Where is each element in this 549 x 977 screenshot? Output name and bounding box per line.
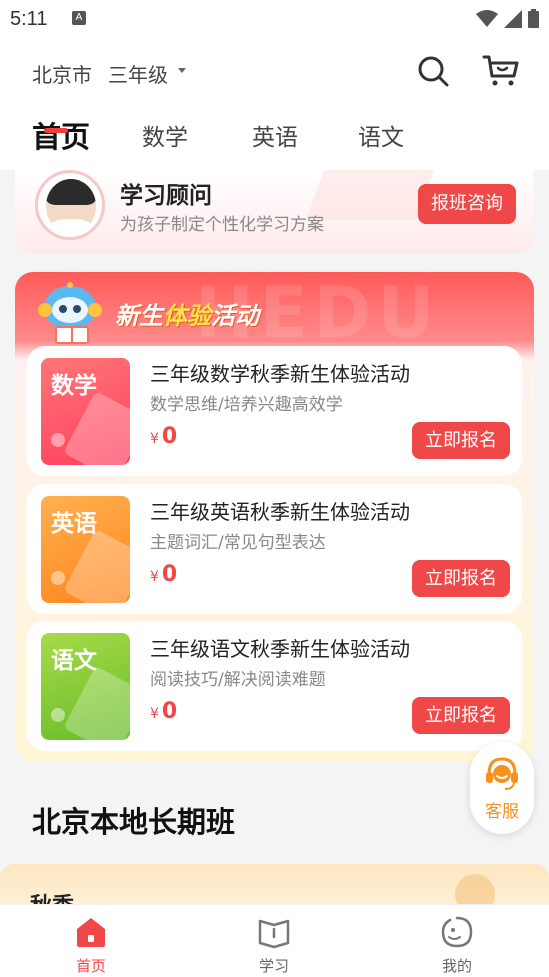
course-price: ¥0 xyxy=(150,424,178,449)
course-price: ¥0 xyxy=(150,699,178,724)
home-icon xyxy=(77,918,105,947)
search-icon[interactable] xyxy=(416,54,450,88)
subject-tabs: 首页 数学 英语 语文 xyxy=(0,118,549,162)
course-subtitle: 阅读技巧/解决阅读难题 xyxy=(150,670,326,690)
signup-button[interactable]: 立即报名 xyxy=(412,422,510,459)
course-card-chinese[interactable]: 语文 三年级语文秋季新生体验活动 阅读技巧/解决阅读难题 ¥0 立即报名 xyxy=(27,621,522,751)
customer-service-label: 客服 xyxy=(485,802,519,822)
new-student-promo: HEDU 新生体验活动 数学 三年级数学秋季新生体验活动 数学思维/培养兴趣高效… xyxy=(15,272,534,762)
advisor-card[interactable]: 学习顾问 为孩子制定个性化学习方案 报班咨询 xyxy=(15,170,534,254)
active-tab-indicator xyxy=(44,128,68,133)
customer-service-button[interactable]: 客服 xyxy=(470,742,534,834)
nav-profile-label: 我的 xyxy=(441,957,472,975)
mascot-robot-icon xyxy=(38,282,102,344)
tab-english[interactable]: 英语 xyxy=(252,118,298,152)
tab-chinese[interactable]: 语文 xyxy=(358,118,404,152)
signup-button[interactable]: 立即报名 xyxy=(412,697,510,734)
nav-home[interactable]: 首页 xyxy=(46,905,136,977)
battery-icon xyxy=(528,9,539,28)
advisor-decoration xyxy=(305,170,435,220)
local-section-title: 北京本地长期班 xyxy=(32,805,236,839)
book-icon xyxy=(258,919,290,949)
header: 北京市 三年级 首页 数学 英语 语文 xyxy=(0,38,549,170)
promo-title: 新生体验活动 xyxy=(115,302,259,330)
course-price: ¥0 xyxy=(150,562,178,587)
course-subtitle: 数学思维/培养兴趣高效学 xyxy=(150,395,343,415)
tab-home[interactable]: 首页 xyxy=(32,114,90,156)
course-thumbnail-english: 英语 xyxy=(41,496,130,603)
course-card-math[interactable]: 数学 三年级数学秋季新生体验活动 数学思维/培养兴趣高效学 ¥0 立即报名 xyxy=(27,346,522,476)
course-title: 三年级语文秋季新生体验活动 xyxy=(150,637,410,661)
advisor-title: 学习顾问 xyxy=(120,183,212,209)
tab-math[interactable]: 数学 xyxy=(142,118,188,152)
signup-button[interactable]: 立即报名 xyxy=(412,560,510,597)
profile-icon xyxy=(441,916,473,948)
signal-icon xyxy=(504,9,522,28)
nav-home-label: 首页 xyxy=(75,957,106,975)
nav-profile[interactable]: 我的 xyxy=(412,905,502,977)
headset-icon xyxy=(486,757,518,790)
grade-selector[interactable]: 三年级 xyxy=(108,59,168,88)
nav-study-label: 学习 xyxy=(258,957,289,975)
cart-icon[interactable] xyxy=(482,54,520,88)
status-time: 5:11 xyxy=(10,8,48,30)
city-selector[interactable]: 北京市 xyxy=(32,59,92,88)
course-title: 三年级数学秋季新生体验活动 xyxy=(150,362,410,386)
wifi-icon xyxy=(476,9,498,27)
system-icons xyxy=(476,9,539,28)
course-title: 三年级英语秋季新生体验活动 xyxy=(150,500,410,524)
bottom-navigation: 首页 学习 我的 xyxy=(0,904,549,977)
course-thumbnail-chinese: 语文 xyxy=(41,633,130,740)
course-subtitle: 主题词汇/常见句型表达 xyxy=(150,533,326,553)
status-bar: 5:11 A xyxy=(0,0,549,38)
advisor-subtitle: 为孩子制定个性化学习方案 xyxy=(120,215,324,235)
caret-down-icon[interactable] xyxy=(178,68,186,73)
nav-study[interactable]: 学习 xyxy=(229,905,319,977)
notification-icon: A xyxy=(72,11,86,25)
advisor-avatar xyxy=(35,170,105,240)
course-thumbnail-math: 数学 xyxy=(41,358,130,465)
course-card-english[interactable]: 英语 三年级英语秋季新生体验活动 主题词汇/常见句型表达 ¥0 立即报名 xyxy=(27,484,522,614)
consult-button[interactable]: 报班咨询 xyxy=(418,184,516,224)
